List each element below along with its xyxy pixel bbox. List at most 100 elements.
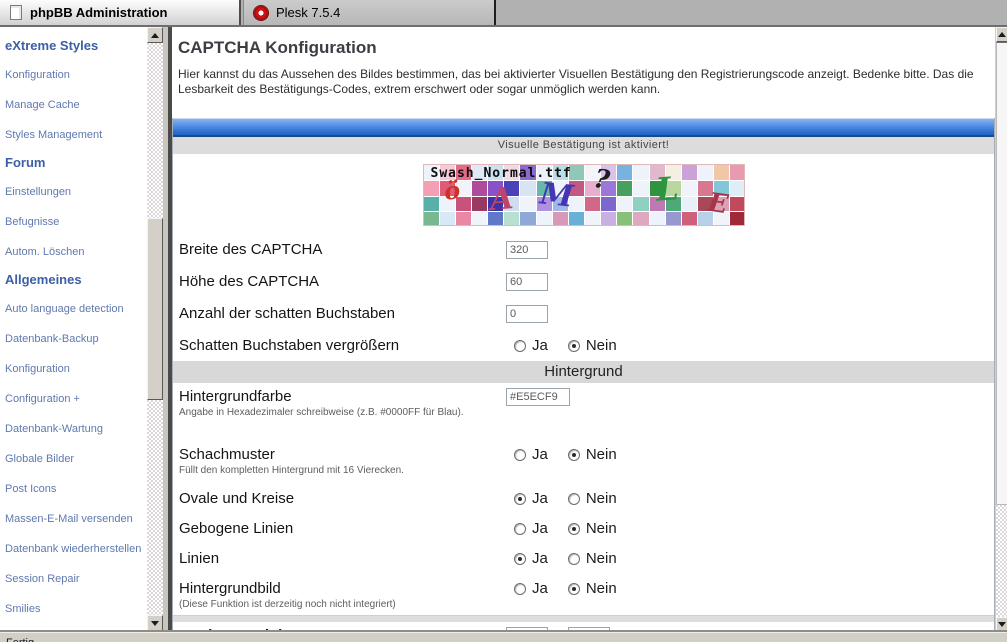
section-separator xyxy=(173,615,994,622)
captcha-tile xyxy=(617,181,632,196)
captcha-tile xyxy=(585,197,600,212)
sidebar-item-smilies[interactable]: Smilies xyxy=(5,603,40,616)
sidebar-item-autom-loeschen[interactable]: Autom. Löschen xyxy=(5,246,85,259)
captcha-tile xyxy=(424,197,439,212)
schatten-anzahl-input[interactable] xyxy=(506,305,548,323)
scroll-up-button[interactable] xyxy=(147,27,163,43)
scrollbar-track[interactable] xyxy=(147,400,163,615)
section-header-hintergrund: Hintergrund xyxy=(173,361,994,383)
sidebar-item-datenbank-wiederherstellen[interactable]: Datenbank wiederherstellen xyxy=(5,543,141,556)
sidebar-item-manage-cache[interactable]: Manage Cache xyxy=(5,99,80,112)
scrollbar-track[interactable] xyxy=(147,43,163,218)
sidebar-item-konfiguration[interactable]: Konfiguration xyxy=(5,363,70,376)
sidebar-scrollbar[interactable] xyxy=(147,27,163,632)
captcha-tile xyxy=(520,197,535,212)
sidebar-item-konfiguration-styles[interactable]: Konfiguration xyxy=(5,69,70,82)
radio-nein[interactable] xyxy=(568,583,580,595)
captcha-preview-image: Swash_Normal.ttf öAM?LE xyxy=(423,164,745,226)
captcha-tile xyxy=(424,181,439,196)
arrow-down-icon xyxy=(151,621,159,626)
captcha-letter-glyph: A xyxy=(488,184,514,216)
field-label: Ovale und Kreise xyxy=(179,489,504,508)
form-row-linien: Linien Ja Nein xyxy=(173,545,994,575)
field-label: Höhe des CAPTCHA xyxy=(179,272,504,291)
hintergrundfarbe-input[interactable] xyxy=(506,388,570,406)
radio-nein-label[interactable]: Nein xyxy=(586,337,617,354)
browser-status-bar: Fertig xyxy=(0,632,1007,642)
captcha-tile xyxy=(650,212,665,226)
captcha-tile xyxy=(537,212,552,226)
frame-divider[interactable] xyxy=(163,27,172,632)
captcha-tile xyxy=(633,165,648,180)
radio-ja-label[interactable]: Ja xyxy=(532,550,548,567)
radio-nein-label[interactable]: Nein xyxy=(586,550,617,567)
radio-ja[interactable] xyxy=(514,493,526,505)
sidebar-item-einstellungen[interactable]: Einstellungen xyxy=(5,186,71,199)
radio-group: Ja Nein xyxy=(506,550,631,567)
captcha-tile xyxy=(424,212,439,226)
field-label: Gebogene Linien xyxy=(179,519,504,538)
captcha-tile xyxy=(682,181,697,196)
status-banner: Visuelle Bestätigung ist aktiviert! xyxy=(173,137,994,154)
sidebar-item-befugnisse[interactable]: Befugnisse xyxy=(5,216,59,229)
radio-nein-label[interactable]: Nein xyxy=(586,580,617,597)
main-scrollbar[interactable] xyxy=(995,27,1007,642)
radio-nein-label[interactable]: Nein xyxy=(586,446,617,463)
field-label: Linien xyxy=(179,549,504,568)
radio-group: Ja Nein xyxy=(506,446,631,463)
captcha-tile xyxy=(730,181,744,196)
radio-ja[interactable] xyxy=(514,523,526,535)
scrollbar-thumb[interactable] xyxy=(147,218,163,400)
radio-ja-label[interactable]: Ja xyxy=(532,446,548,463)
scroll-down-button[interactable] xyxy=(147,615,163,631)
scrollbar-track[interactable] xyxy=(996,505,1007,617)
sidebar-item-auto-language-detection[interactable]: Auto language detection xyxy=(5,303,124,316)
radio-nein[interactable] xyxy=(568,340,580,352)
radio-ja-label[interactable]: Ja xyxy=(532,490,548,507)
form-row-breite: Breite des CAPTCHA xyxy=(173,236,994,268)
radio-nein-label[interactable]: Nein xyxy=(586,520,617,537)
scroll-up-button[interactable] xyxy=(996,27,1007,42)
captcha-letter-glyph: L xyxy=(654,172,679,205)
tab-phpbb-administration[interactable]: phpBB Administration xyxy=(0,0,241,25)
captcha-tile xyxy=(730,165,744,180)
captcha-letter-glyph: M xyxy=(538,179,574,212)
captcha-tile xyxy=(553,212,568,226)
sidebar-item-configuration-plus[interactable]: Configuration + xyxy=(5,393,80,406)
sidebar-item-globale-bilder[interactable]: Globale Bilder xyxy=(5,453,74,466)
radio-nein-label[interactable]: Nein xyxy=(586,490,617,507)
page-icon xyxy=(10,5,22,20)
sidebar-item-datenbank-wartung[interactable]: Datenbank-Wartung xyxy=(5,423,103,436)
tab-plesk[interactable]: Plesk 7.5.4 xyxy=(243,0,496,25)
form-row-schatten-vergroessern: Schatten Buchstaben vergrößern Ja Nein xyxy=(173,332,994,361)
captcha-config-form: Visuelle Bestätigung ist aktiviert! Swas… xyxy=(172,118,995,642)
field-label: Schatten Buchstaben vergrößern xyxy=(179,336,504,355)
scrollbar-thumb[interactable] xyxy=(996,42,1007,505)
breite-input[interactable] xyxy=(506,241,548,259)
radio-ja[interactable] xyxy=(514,340,526,352)
radio-nein[interactable] xyxy=(568,449,580,461)
radio-ja[interactable] xyxy=(514,583,526,595)
radio-ja-label[interactable]: Ja xyxy=(532,580,548,597)
sidebar-item-massen-email[interactable]: Massen-E-Mail versenden xyxy=(5,513,133,526)
captcha-letter-glyph: ö xyxy=(442,178,461,204)
sidebar-item-post-icons[interactable]: Post Icons xyxy=(5,483,56,496)
radio-ja-label[interactable]: Ja xyxy=(532,520,548,537)
radio-nein[interactable] xyxy=(568,523,580,535)
sidebar-item-styles-management[interactable]: Styles Management xyxy=(5,129,102,142)
sidebar-item-datenbank-backup[interactable]: Datenbank-Backup xyxy=(5,333,99,346)
captcha-tile xyxy=(633,197,648,212)
radio-ja-label[interactable]: Ja xyxy=(532,337,548,354)
scroll-down-button[interactable] xyxy=(996,617,1007,632)
tab-label: phpBB Administration xyxy=(30,5,167,20)
captcha-tile xyxy=(682,165,697,180)
radio-ja[interactable] xyxy=(514,553,526,565)
sidebar-header-allgemeines: Allgemeines xyxy=(5,272,145,287)
radio-nein[interactable] xyxy=(568,493,580,505)
radio-group: Ja Nein xyxy=(506,337,631,354)
radio-ja[interactable] xyxy=(514,449,526,461)
sidebar-item-session-repair[interactable]: Session Repair xyxy=(5,573,80,586)
radio-nein[interactable] xyxy=(568,553,580,565)
hoehe-input[interactable] xyxy=(506,273,548,291)
plesk-gear-icon xyxy=(254,6,268,20)
